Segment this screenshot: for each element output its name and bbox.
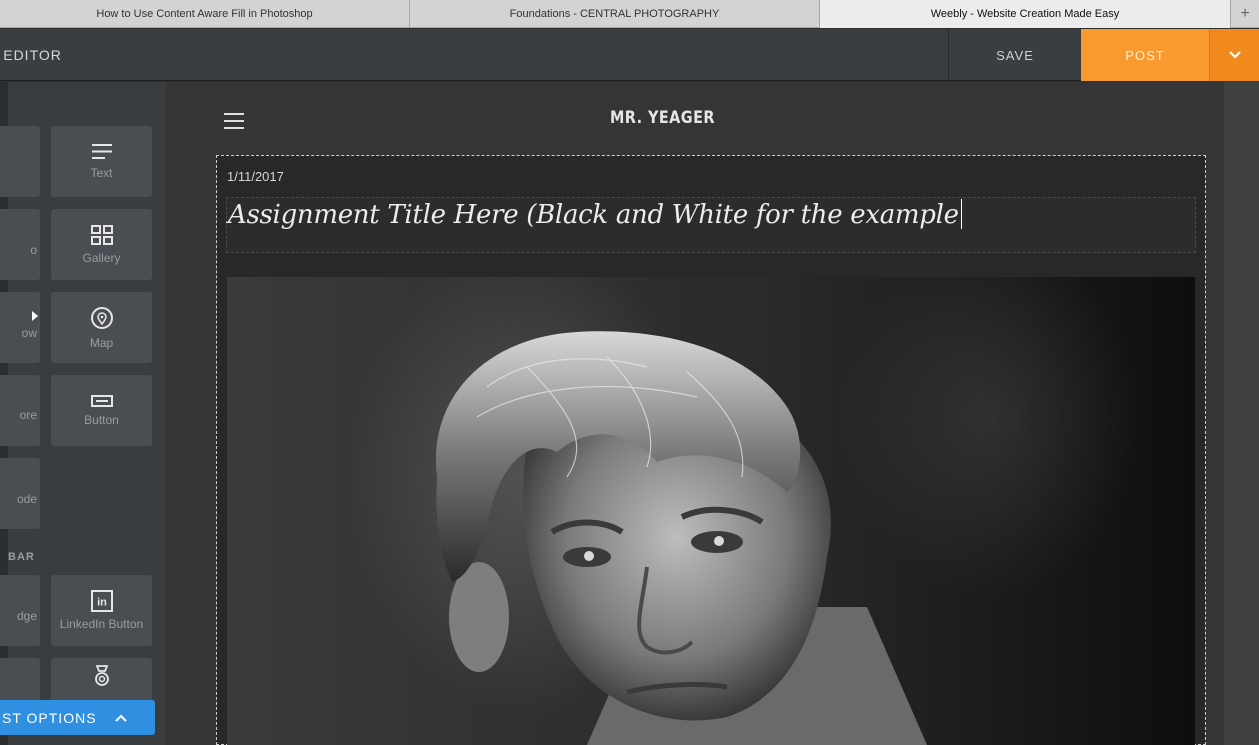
chevron-up-icon	[114, 714, 127, 722]
map-pin-icon	[90, 306, 113, 329]
browser-tab-content-aware[interactable]: How to Use Content Aware Fill in Photosh…	[0, 0, 410, 28]
element-tile-gallery[interactable]: Gallery	[51, 209, 152, 280]
site-title[interactable]: MR. YEAGER	[610, 108, 780, 128]
editor-title: S EDITOR	[0, 47, 62, 63]
post-options-button[interactable]: ST OPTIONS	[0, 700, 155, 735]
portrait-photo	[435, 331, 927, 745]
text-cursor	[960, 199, 962, 229]
element-tile-embed-code[interactable]: ode	[0, 458, 40, 529]
element-tile-badge[interactable]: dge	[0, 575, 40, 646]
text-icon	[91, 144, 112, 159]
element-tile-slideshow[interactable]: ow	[0, 292, 40, 363]
svg-text:in: in	[97, 597, 107, 609]
play-icon	[32, 311, 38, 321]
element-tile-partial[interactable]: o	[0, 209, 40, 280]
post-options-dropdown-button[interactable]	[1209, 29, 1259, 81]
element-tile-button[interactable]: Button	[51, 375, 152, 446]
canvas-right-margin	[1224, 82, 1259, 745]
post-title-text[interactable]: Assignment Title Here (Black and White f…	[228, 199, 962, 230]
hamburger-menu-icon[interactable]	[224, 113, 244, 129]
post-button[interactable]: POST	[1081, 29, 1209, 81]
editor-header: S EDITOR SAVE POST	[0, 29, 1259, 81]
post-date: 1/11/2017	[227, 169, 284, 184]
new-tab-button[interactable]: +	[1231, 0, 1259, 28]
badge-icon	[94, 664, 109, 686]
save-button[interactable]: SAVE	[948, 29, 1081, 81]
element-tile-linkedin-button[interactable]: in LinkedIn Button	[51, 575, 152, 646]
browser-tab-foundations[interactable]: Foundations - CENTRAL PHOTOGRAPHY	[410, 0, 820, 28]
chevron-down-icon	[1228, 51, 1241, 59]
sidebar-section-label: BAR	[8, 551, 35, 563]
post-image[interactable]	[227, 277, 1195, 745]
button-icon	[90, 394, 113, 407]
gallery-icon	[90, 224, 113, 245]
element-tile-partial[interactable]	[0, 126, 40, 197]
browser-tab-bar: How to Use Content Aware Fill in Photosh…	[0, 0, 1259, 28]
element-tile-map[interactable]: Map	[51, 292, 152, 363]
element-tile-text[interactable]: Text	[51, 126, 152, 197]
browser-tab-weebly[interactable]: Weebly - Website Creation Made Easy	[820, 0, 1231, 28]
linkedin-icon: in	[90, 590, 113, 612]
element-tile-partial[interactable]: ore	[0, 375, 40, 446]
